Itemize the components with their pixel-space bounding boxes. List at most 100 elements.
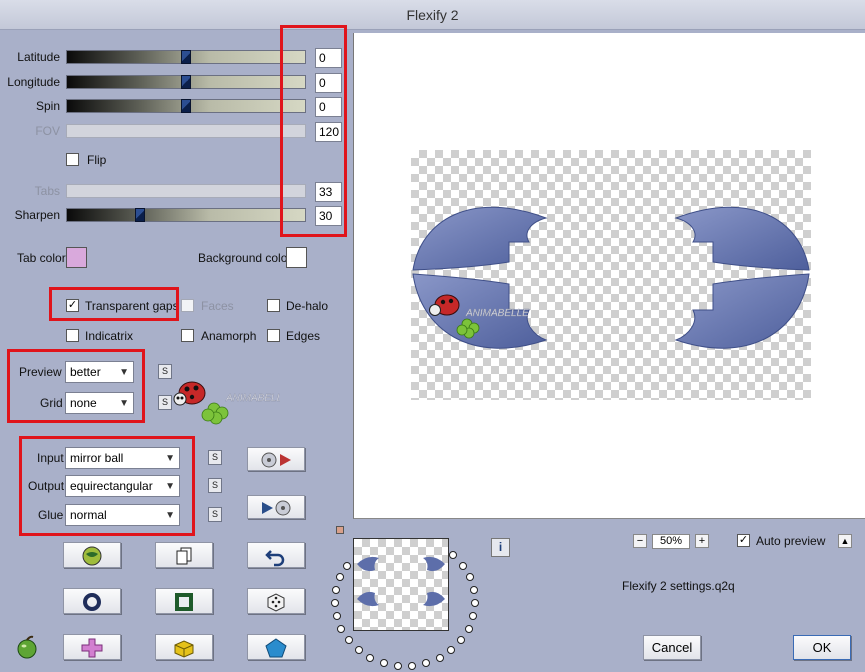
copy-pages-icon bbox=[176, 547, 192, 565]
fov-label: FOV bbox=[35, 124, 60, 138]
navigator-ring-dot[interactable] bbox=[447, 646, 455, 654]
latitude-slider[interactable] bbox=[66, 50, 306, 64]
highlight-values-box bbox=[280, 25, 347, 237]
chevron-up-icon: ▲ bbox=[840, 536, 850, 546]
undo-button[interactable] bbox=[247, 542, 305, 568]
pentagon-icon bbox=[265, 638, 287, 658]
spin-label: Spin bbox=[35, 99, 60, 113]
tabs-slider bbox=[66, 184, 306, 198]
cube-button[interactable] bbox=[155, 634, 213, 660]
edges-checkbox[interactable] bbox=[267, 329, 280, 342]
dehalo-checkbox[interactable] bbox=[267, 299, 280, 312]
zoom-level[interactable]: 50% bbox=[652, 534, 690, 549]
navigator-ring-dot[interactable] bbox=[332, 586, 340, 594]
glue-s-button[interactable]: S bbox=[208, 507, 222, 522]
navigator-ring-dot[interactable] bbox=[366, 654, 374, 662]
copy-button[interactable] bbox=[155, 542, 213, 568]
navigator-ring-dot[interactable] bbox=[436, 654, 444, 662]
left-petal-shape bbox=[412, 206, 548, 349]
globe-icon bbox=[82, 546, 102, 566]
zoom-out-button[interactable]: − bbox=[633, 534, 647, 548]
dice-icon bbox=[267, 593, 285, 612]
navigator-ring-dot[interactable] bbox=[470, 586, 478, 594]
anamorph-label: Anamorph bbox=[201, 329, 257, 343]
navigator-ring-dot[interactable] bbox=[471, 599, 479, 607]
info-icon[interactable]: i bbox=[491, 538, 510, 557]
settings-filename: Flexify 2 settings.q2q bbox=[622, 579, 735, 593]
sharpen-slider-thumb[interactable] bbox=[135, 208, 145, 222]
plus-shape-button[interactable] bbox=[63, 634, 121, 660]
spin-slider-thumb[interactable] bbox=[181, 99, 191, 113]
background-color-swatch[interactable] bbox=[286, 247, 307, 268]
square-frame-button[interactable] bbox=[155, 588, 213, 614]
navigator-ring-dot[interactable] bbox=[355, 646, 363, 654]
plus-shape-icon bbox=[81, 638, 103, 658]
navigator-ring-dot[interactable] bbox=[466, 573, 474, 581]
flip-checkbox[interactable] bbox=[66, 153, 79, 166]
input-s-button[interactable]: S bbox=[208, 450, 222, 465]
flexify-dialog: Flexify 2 Latitude 0 Longitude 0 Spin 0 … bbox=[0, 0, 865, 672]
ring-button[interactable] bbox=[63, 588, 121, 614]
navigator-ring-dot[interactable] bbox=[457, 636, 465, 644]
navigator-ring-dot[interactable] bbox=[336, 573, 344, 581]
navigator-ring-dot[interactable] bbox=[465, 625, 473, 633]
navigator-ring-dot[interactable] bbox=[449, 551, 457, 559]
spin-slider[interactable] bbox=[66, 99, 306, 113]
highlight-projection-box bbox=[19, 436, 195, 536]
preview-canvas[interactable]: ANIMABELLE bbox=[353, 33, 865, 519]
ok-button[interactable]: OK bbox=[793, 635, 851, 660]
sharpen-slider[interactable] bbox=[66, 208, 306, 222]
anamorph-checkbox[interactable] bbox=[181, 329, 194, 342]
background-color-label: Background color bbox=[198, 251, 292, 265]
cancel-button[interactable]: Cancel bbox=[643, 635, 701, 660]
longitude-slider-thumb[interactable] bbox=[181, 75, 191, 89]
faces-checkbox bbox=[181, 299, 194, 312]
edges-label: Edges bbox=[286, 329, 321, 343]
navigator-ring-dot[interactable] bbox=[380, 659, 388, 667]
indicatrix-checkbox[interactable] bbox=[66, 329, 79, 342]
navigator-ring-dot[interactable] bbox=[408, 662, 416, 670]
tab-color-swatch[interactable] bbox=[66, 247, 87, 268]
output-to-input-button[interactable] bbox=[247, 495, 305, 519]
latitude-label: Latitude bbox=[17, 50, 60, 64]
longitude-slider[interactable] bbox=[66, 75, 306, 89]
faces-label: Faces bbox=[201, 299, 234, 313]
highlight-transparent-gaps-box bbox=[49, 287, 179, 321]
navigator-ring-dot[interactable] bbox=[345, 636, 353, 644]
ring-icon bbox=[83, 593, 101, 611]
input-to-output-button[interactable] bbox=[247, 447, 305, 471]
output-s-button[interactable]: S bbox=[208, 478, 222, 493]
random-button[interactable] bbox=[247, 588, 305, 614]
square-frame-icon bbox=[175, 593, 193, 611]
fov-slider bbox=[66, 124, 306, 138]
auto-preview-checkbox[interactable]: ✓ bbox=[737, 534, 750, 547]
navigator-ring-dot[interactable] bbox=[331, 599, 339, 607]
collapse-button[interactable]: ▲ bbox=[838, 534, 852, 548]
indicatrix-label: Indicatrix bbox=[85, 329, 134, 343]
tab-color-label: Tab color bbox=[17, 251, 66, 265]
globe-button[interactable] bbox=[63, 542, 121, 568]
yellow-cube-icon bbox=[174, 640, 194, 658]
preview-image: ANIMABELLE bbox=[411, 150, 811, 400]
navigator-ring-dot[interactable] bbox=[337, 625, 345, 633]
navigator-ring-dot[interactable] bbox=[422, 659, 430, 667]
latitude-slider-thumb[interactable] bbox=[181, 50, 191, 64]
right-petal-shape bbox=[674, 206, 810, 349]
window-title: Flexify 2 bbox=[406, 7, 459, 23]
ladybug-watermark-image: ANIMABELLE bbox=[170, 377, 289, 429]
play-to-disc-icon bbox=[262, 500, 291, 516]
navigator-ring-dot[interactable] bbox=[459, 562, 467, 570]
pentagon-button[interactable] bbox=[247, 634, 305, 660]
watermark-text: ANIMABELLE bbox=[465, 308, 529, 319]
navigator-ring-dot[interactable] bbox=[394, 662, 402, 670]
navigator-ring-dot[interactable] bbox=[333, 612, 341, 620]
undo-icon bbox=[265, 550, 285, 567]
navigator-ring-dot[interactable] bbox=[343, 562, 351, 570]
tabs-label: Tabs bbox=[34, 184, 60, 198]
flip-label: Flip bbox=[87, 153, 107, 167]
zoom-in-button[interactable]: + bbox=[695, 534, 709, 548]
watermark-text: ANIMABELLE bbox=[225, 393, 280, 404]
navigator-ring-dot[interactable] bbox=[469, 612, 477, 620]
apple-icon[interactable] bbox=[14, 634, 40, 663]
navigator-thumbnail[interactable] bbox=[353, 538, 449, 631]
